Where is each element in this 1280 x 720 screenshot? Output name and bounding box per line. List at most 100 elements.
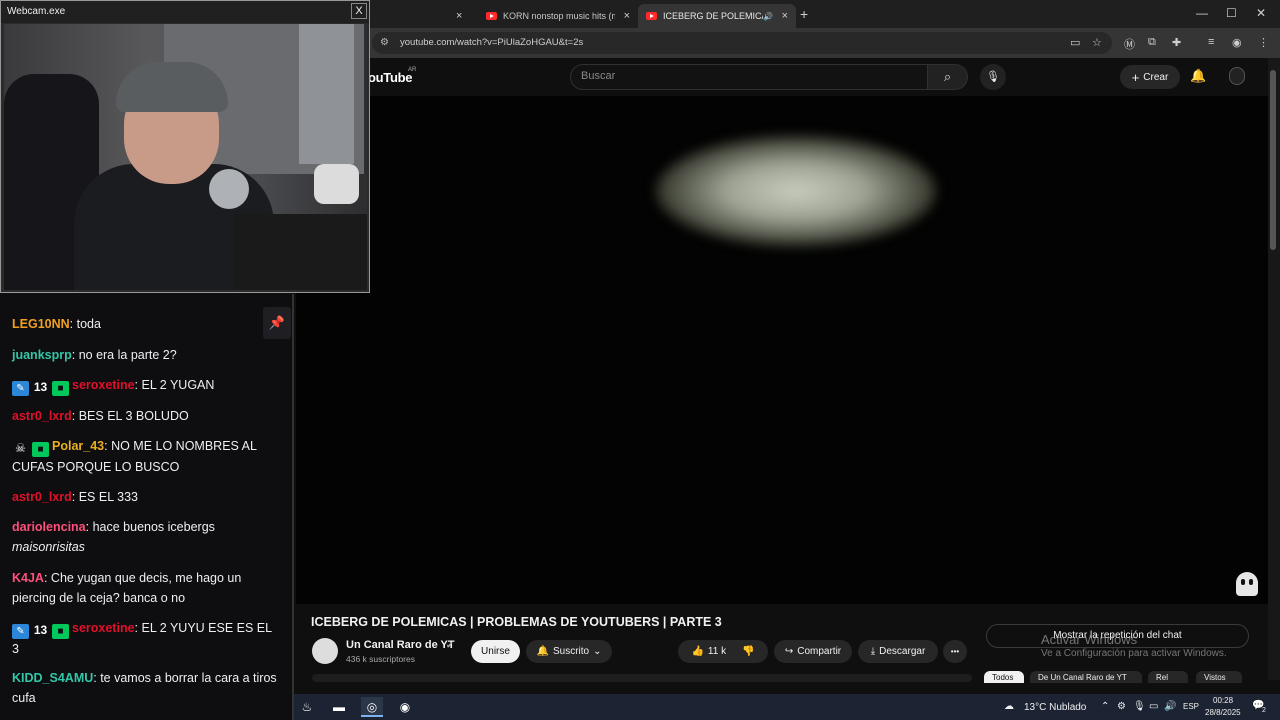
chat-username[interactable]: astr0_lxrd bbox=[12, 490, 72, 504]
network-icon[interactable]: ▭ bbox=[1149, 701, 1158, 712]
like-dislike-group[interactable]: 👍 11 k 👎 bbox=[678, 640, 768, 663]
bookmark-star-icon[interactable]: ☆ bbox=[1092, 36, 1102, 49]
chat-username[interactable]: astr0_lxrd bbox=[12, 409, 72, 423]
chat-username[interactable]: LEG10NN bbox=[12, 317, 70, 331]
maximize-button[interactable]: ☐ bbox=[1226, 6, 1237, 20]
chat-text: : EL 2 YUYU ESE ES EL 3 bbox=[12, 621, 272, 656]
chat-text: : no era la parte 2? bbox=[71, 348, 177, 362]
webcam-close-button[interactable]: X bbox=[351, 3, 367, 19]
chat-username[interactable]: seroxetine bbox=[72, 621, 135, 635]
chat-text: : EL 2 YUGAN bbox=[134, 378, 215, 392]
download-button[interactable]: ⤓ Descargar bbox=[858, 640, 938, 663]
chip-watched[interactable]: Vistos bbox=[1196, 671, 1242, 683]
tray-app-icon[interactable]: ⚙ bbox=[1117, 701, 1126, 712]
chip-related[interactable]: Rel bbox=[1148, 671, 1188, 683]
clock-date[interactable]: 28/8/2025 bbox=[1205, 708, 1241, 717]
verified-check-icon: ✔ bbox=[446, 640, 454, 650]
close-icon[interactable]: × bbox=[456, 10, 462, 22]
thumbs-down-icon[interactable]: 👎 bbox=[742, 646, 754, 657]
search-box[interactable] bbox=[570, 64, 928, 90]
search-button[interactable]: ⌕ bbox=[928, 64, 968, 90]
chevron-down-icon: ⌄ bbox=[593, 646, 602, 657]
chat-username[interactable]: Polar_43 bbox=[52, 439, 104, 453]
cam-door bbox=[299, 24, 354, 164]
chrome-icon[interactable]: ◎ bbox=[361, 697, 383, 717]
tray-mic-icon[interactable]: 🎙 bbox=[1133, 701, 1146, 712]
channel-avatar[interactable] bbox=[312, 638, 338, 664]
input-language[interactable]: ESP bbox=[1183, 702, 1199, 711]
previous-tab-close-button[interactable]: × bbox=[456, 4, 462, 28]
minimize-button[interactable]: — bbox=[1196, 6, 1208, 20]
chat-message: K4JA: Che yugan que decis, me hago un pi… bbox=[12, 568, 282, 608]
video-player[interactable] bbox=[296, 96, 1268, 604]
chip-channel[interactable]: De Un Canal Raro de YT bbox=[1030, 671, 1142, 683]
share-button[interactable]: ↪ Compartir bbox=[774, 640, 852, 663]
site-settings-icon[interactable]: ⚙ bbox=[380, 37, 389, 48]
ghost-overlay-icon bbox=[1236, 572, 1258, 596]
obs-icon[interactable]: ◉ bbox=[394, 697, 416, 717]
notifications-bell-icon[interactable]: 🔔 bbox=[1190, 68, 1206, 84]
profile-avatar-icon[interactable]: ◉ bbox=[1232, 36, 1242, 49]
months-badge: 13 bbox=[33, 380, 48, 394]
create-label: Crear bbox=[1143, 71, 1169, 83]
youtube-logo[interactable]: ouTube bbox=[368, 70, 412, 85]
thumbs-up-icon[interactable]: 👍 bbox=[691, 646, 703, 657]
chat-username[interactable]: seroxetine bbox=[72, 378, 135, 392]
chat-message: ✎ 13 ■ seroxetine: EL 2 YUGAN bbox=[12, 375, 282, 396]
chat-username[interactable]: K4JA bbox=[12, 571, 44, 585]
youtube-favicon-icon bbox=[646, 12, 657, 20]
account-avatar[interactable] bbox=[1229, 67, 1245, 85]
share-arrow-icon: ↪ bbox=[784, 646, 794, 657]
search-input[interactable]: Buscar bbox=[581, 70, 615, 82]
media-controls-icon[interactable]: ≡ bbox=[1208, 36, 1214, 48]
video-title: ICEBERG DE POLEMICAS | PROBLEMAS DE YOUT… bbox=[311, 615, 722, 629]
weather-text[interactable]: 13°C Nublado bbox=[1024, 702, 1086, 713]
page-scrollbar-thumb[interactable] bbox=[1270, 70, 1276, 250]
tab-korn[interactable]: KORN nonstop music hits (mix × bbox=[478, 4, 638, 28]
chat-text: : toda bbox=[69, 317, 101, 331]
chat-username[interactable]: juanksprp bbox=[12, 348, 72, 362]
months-badge: 13 bbox=[33, 623, 48, 637]
create-button[interactable]: + Crear bbox=[1120, 65, 1180, 89]
description-box[interactable] bbox=[312, 674, 972, 682]
tab-label: KORN nonstop music hits (mix bbox=[503, 11, 615, 21]
tab-iceberg[interactable]: ICEBERG DE POLEMICAS | P 🔊 × bbox=[638, 4, 796, 28]
join-button[interactable]: Unirse bbox=[471, 640, 520, 663]
steam-icon[interactable]: ♨ bbox=[296, 697, 318, 717]
cam-person-cap bbox=[116, 62, 228, 112]
clock-time[interactable]: 00:28 bbox=[1213, 696, 1233, 705]
tray-chevron-up-icon[interactable]: ⌃ bbox=[1101, 701, 1109, 712]
tab-close-icon[interactable]: × bbox=[782, 10, 788, 22]
address-bar-url[interactable]: youtube.com/watch?v=PiUlaZoHGAU&t=2s bbox=[400, 37, 583, 48]
activate-windows-title: Activar Windows bbox=[1041, 632, 1138, 647]
volume-icon[interactable]: 🔊 bbox=[1164, 701, 1176, 712]
chip-todos[interactable]: Todos bbox=[984, 671, 1024, 683]
microphone-icon: 🎙 bbox=[986, 71, 1000, 83]
translate-icon[interactable]: ⧉ bbox=[1148, 36, 1156, 49]
more-actions-button[interactable]: ••• bbox=[943, 640, 967, 663]
chat-username[interactable]: dariolencina bbox=[12, 520, 86, 534]
file-explorer-icon[interactable]: ▬ bbox=[328, 697, 350, 717]
speaker-icon[interactable]: 🔊 bbox=[763, 12, 773, 21]
region-code: AR bbox=[408, 67, 417, 73]
channel-name[interactable]: Un Canal Raro de YT bbox=[346, 639, 455, 651]
extensions-puzzle-icon[interactable]: ✚ bbox=[1172, 36, 1181, 49]
webcam-title: Webcam.exe bbox=[7, 6, 66, 17]
hammer-badge-icon: ✎ bbox=[12, 624, 29, 639]
cam-desk-figure bbox=[314, 164, 359, 204]
weather-icon[interactable]: ☁ bbox=[1004, 701, 1014, 712]
chat-message: astr0_lxrd: BES EL 3 BOLUDO bbox=[12, 406, 282, 426]
gift-badge-icon: ■ bbox=[32, 442, 49, 457]
cast-icon[interactable]: ▭ bbox=[1070, 36, 1080, 49]
gift-badge-icon: ■ bbox=[52, 381, 69, 396]
voice-search-button[interactable]: 🎙 bbox=[980, 64, 1006, 90]
notification-count: 2 bbox=[1262, 707, 1266, 714]
cam-desk bbox=[234, 214, 367, 290]
new-tab-button[interactable]: + bbox=[800, 6, 808, 22]
menu-kebab-icon[interactable]: ⋮ bbox=[1258, 36, 1269, 49]
window-close-button[interactable]: ✕ bbox=[1256, 6, 1266, 20]
tab-close-icon[interactable]: × bbox=[624, 10, 630, 22]
subscribed-button[interactable]: 🔔 Suscrito ⌄ bbox=[526, 640, 612, 663]
chat-username[interactable]: KIDD_S4AMU bbox=[12, 671, 93, 685]
extension-m-icon[interactable]: Ⓜ bbox=[1124, 36, 1135, 52]
